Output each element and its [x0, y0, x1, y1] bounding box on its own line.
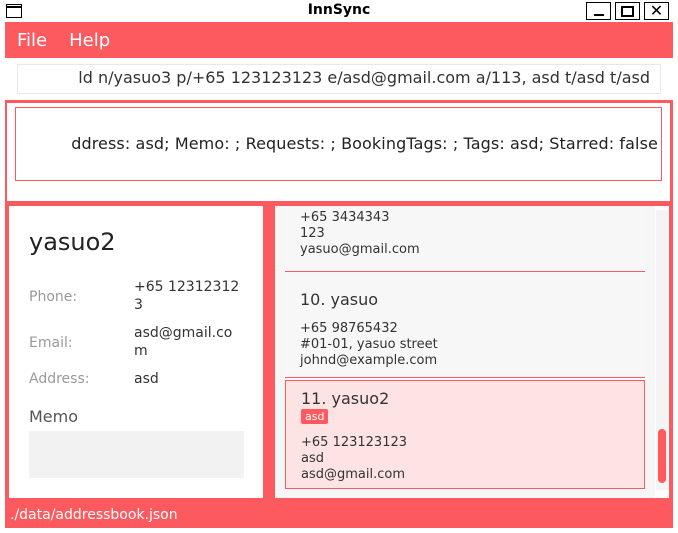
person-detail-panel: yasuo2 Phone: +65 123123123 Email: asd@g… [8, 205, 264, 499]
close-button[interactable]: ✕ [644, 2, 669, 20]
menu-help[interactable]: Help [69, 30, 110, 51]
command-box: ld n/yasuo3 p/+65 123123123 e/asd@gmail.… [5, 58, 673, 100]
card-email: asd@gmail.com [301, 467, 405, 482]
memo-box [29, 431, 244, 478]
save-location-text: ./data/addressbook.json [10, 507, 178, 523]
minimize-button[interactable] [586, 2, 611, 20]
person-list-panel: +65 3434343 123 yasuo@gmail.com 10. yasu… [274, 205, 670, 499]
menu-file[interactable]: File [17, 30, 47, 51]
card-index-name: 11. yasuo2 [301, 389, 390, 408]
maximize-button[interactable] [615, 2, 640, 20]
result-display-panel: ddress: asd; Memo: ; Requests: ; Booking… [6, 102, 671, 202]
person-list[interactable]: +65 3434343 123 yasuo@gmail.com 10. yasu… [275, 206, 655, 498]
close-icon: ✕ [649, 1, 664, 20]
card-phone: +65 123123123 [301, 435, 408, 450]
memo-label: Memo [29, 407, 79, 426]
person-detail-name: yasuo2 [29, 228, 116, 256]
person-card-selected[interactable]: 11. yasuo2 asd +65 123123123 asd asd@gma… [285, 380, 645, 489]
card-address: #01-01, yasuo street [300, 337, 438, 352]
result-display-text: ddress: asd; Memo: ; Requests: ; Booking… [71, 134, 658, 153]
card-phone: +65 98765432 [300, 321, 398, 336]
card-address: 123 [300, 226, 325, 241]
maximize-icon [621, 5, 634, 17]
address-value: asd [134, 371, 159, 387]
card-phone: +65 3434343 [300, 210, 390, 225]
card-index-name: 10. yasuo [300, 290, 379, 309]
window-titlebar: InnSync ✕ [0, 0, 678, 22]
result-display[interactable]: ddress: asd; Memo: ; Requests: ; Booking… [15, 107, 662, 181]
email-value: asd@gmail.com [134, 325, 233, 359]
window-title: InnSync [307, 2, 371, 18]
command-input-text: ld n/yasuo3 p/+65 123123123 e/asd@gmail.… [78, 68, 650, 87]
person-card[interactable]: +65 3434343 123 yasuo@gmail.com [285, 206, 645, 272]
card-email: yasuo@gmail.com [300, 242, 420, 257]
app-frame: File Help ld n/yasuo3 p/+65 123123123 e/… [5, 22, 673, 528]
person-card[interactable]: 10. yasuo +65 98765432 #01-01, yasuo str… [285, 272, 645, 378]
minimize-icon [593, 14, 604, 16]
phone-label: Phone: [29, 289, 78, 305]
card-address: asd [301, 451, 324, 466]
tag-badge: asd [301, 409, 329, 424]
person-list-scrollbar-thumb[interactable] [658, 429, 666, 483]
card-email: johnd@example.com [300, 353, 438, 368]
person-list-vertical-scrollbar[interactable] [656, 210, 668, 490]
phone-value: +65 123123123 [134, 279, 240, 313]
menu-bar: File Help [5, 22, 673, 58]
command-input[interactable]: ld n/yasuo3 p/+65 123123123 e/asd@gmail.… [17, 64, 661, 94]
address-label: Address: [29, 371, 90, 387]
email-label: Email: [29, 335, 73, 351]
status-bar: ./data/addressbook.json [5, 503, 673, 528]
